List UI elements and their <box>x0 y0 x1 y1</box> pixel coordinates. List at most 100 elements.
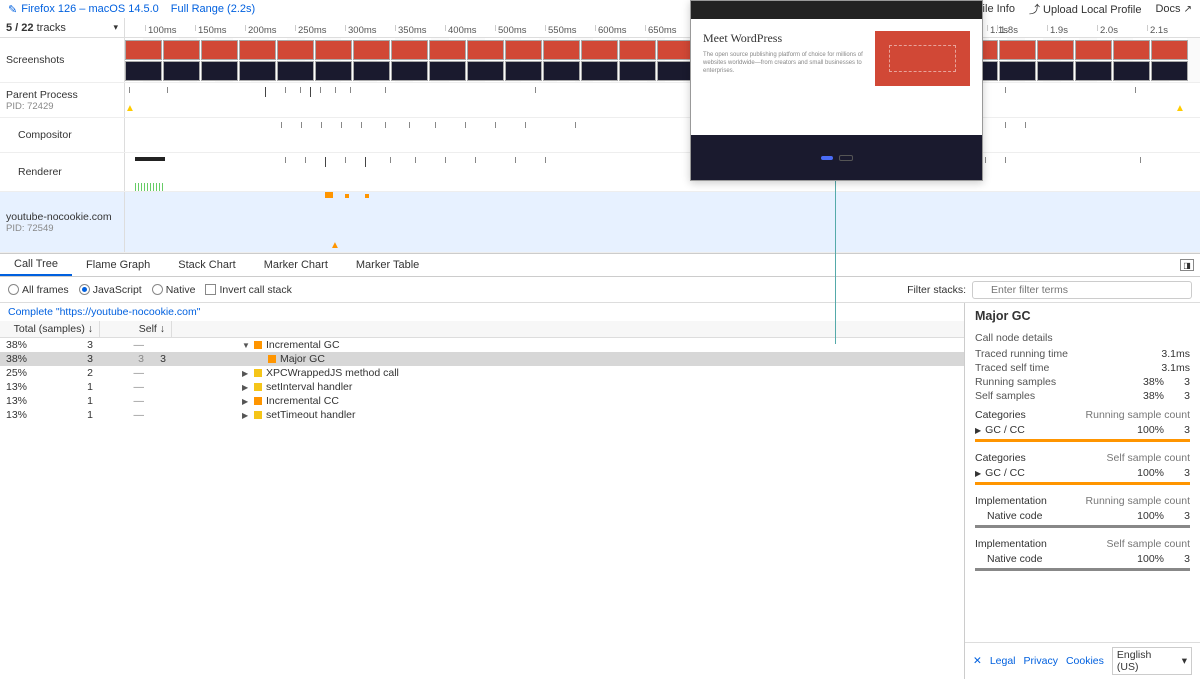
legal-link[interactable]: Legal <box>990 655 1016 667</box>
tree-row[interactable]: 13%1—▶Incremental CC <box>0 394 964 408</box>
close-icon[interactable]: ✕ <box>973 655 982 667</box>
screenshots-track[interactable] <box>125 38 1200 82</box>
screenshots-label[interactable]: Screenshots <box>0 38 125 82</box>
tick: 200ms <box>245 25 277 31</box>
tick: 100ms <box>145 25 177 31</box>
native-code-label: Native code <box>987 510 1042 522</box>
category-gc-cc[interactable]: ▶GC / CC100%3 <box>965 423 1200 437</box>
implementation-label: Implementation <box>975 495 1047 507</box>
youtube-label[interactable]: youtube-nocookie.com PID: 72549 <box>0 192 125 252</box>
tree-row[interactable]: 38%3—▼Incremental GC <box>0 338 964 352</box>
expand-icon: ▶ <box>975 469 981 478</box>
screenshot-thumb[interactable] <box>429 40 466 82</box>
tick: 350ms <box>395 25 427 31</box>
self-count-label2: Self sample count <box>1107 538 1190 550</box>
docs-link[interactable]: Docs ↗ <box>1155 3 1192 15</box>
chk-label: Invert call stack <box>219 284 291 296</box>
parent-process-label[interactable]: Parent Process PID: 72429 <box>0 83 125 117</box>
parent-text: Parent Process <box>6 89 118 101</box>
tick: 1.8s <box>997 25 1018 31</box>
screenshot-thumb[interactable] <box>505 40 542 82</box>
filter-stacks-label: Filter stacks: <box>907 284 966 296</box>
screenshot-thumb[interactable] <box>391 40 428 82</box>
screenshot-thumb[interactable] <box>1037 40 1074 82</box>
screenshot-thumb[interactable] <box>1075 40 1112 82</box>
compositor-label[interactable]: Compositor <box>0 118 125 152</box>
compositor-track[interactable] <box>125 118 1200 152</box>
tree-row[interactable]: 13%1—▶setInterval handler <box>0 380 964 394</box>
running-count-label2: Running sample count <box>1086 495 1190 507</box>
tab-call-tree[interactable]: Call Tree <box>0 254 72 276</box>
pct: 38% <box>0 339 50 351</box>
screenshot-thumb[interactable] <box>467 40 504 82</box>
screenshot-thumb[interactable] <box>277 40 314 82</box>
screenshot-thumb[interactable] <box>619 40 656 82</box>
screenshot-thumb[interactable] <box>581 40 618 82</box>
screenshot-thumb[interactable] <box>657 40 694 82</box>
cnt: 2 <box>50 367 100 379</box>
running-samples-pct: 38% <box>1143 376 1164 388</box>
renderer-label[interactable]: Renderer <box>0 153 125 191</box>
screenshot-thumb[interactable] <box>163 40 200 82</box>
full-range-link[interactable]: Full Range (2.2s) <box>171 3 255 15</box>
sidebar-toggle-icon[interactable]: ◨ <box>1180 259 1194 271</box>
col-self[interactable]: Self ↓ <box>100 321 172 337</box>
category-gc-cc-self[interactable]: ▶GC / CC100%3 <box>965 466 1200 480</box>
screenshot-thumb[interactable] <box>543 40 580 82</box>
col-function[interactable] <box>172 321 964 337</box>
col-total[interactable]: Total (samples) ↓ <box>0 321 100 337</box>
tab-marker-table[interactable]: Marker Table <box>342 254 433 276</box>
cookies-link[interactable]: Cookies <box>1066 655 1104 667</box>
radio-javascript[interactable]: JavaScript <box>79 284 142 296</box>
expand-icon[interactable]: ▶ <box>242 369 250 378</box>
tree-row[interactable]: 25%2—▶XPCWrappedJS method call <box>0 366 964 380</box>
screenshot-thumb[interactable] <box>239 40 276 82</box>
screenshot-thumb[interactable] <box>1151 40 1188 82</box>
native-code-label2: Native code <box>987 553 1042 565</box>
profile-name[interactable]: Firefox 126 – macOS 14.5.0 <box>21 3 159 15</box>
tick: 550ms <box>545 25 577 31</box>
renderer-track[interactable] <box>125 153 1200 191</box>
screenshot-thumb[interactable] <box>1113 40 1150 82</box>
screenshot-thumb[interactable] <box>315 40 352 82</box>
gc-cc-label: GC / CC <box>985 424 1025 436</box>
cnt: 1 <box>50 395 100 407</box>
tree-row[interactable]: 13%1—▶setTimeout handler <box>0 408 964 422</box>
language-select[interactable]: English (US)▾ <box>1112 647 1192 675</box>
running-samples-cnt: 3 <box>1170 376 1190 388</box>
upload-button[interactable]: ⤴ Upload Local Profile <box>1029 1 1142 17</box>
expand-icon[interactable]: ▶ <box>242 397 250 406</box>
expand-icon[interactable]: ▼ <box>242 341 250 350</box>
fn-name: Incremental GC <box>266 339 340 351</box>
gc-cc-label2: GC / CC <box>985 467 1025 479</box>
tab-flame-graph[interactable]: Flame Graph <box>72 254 164 276</box>
tab-stack-chart[interactable]: Stack Chart <box>164 254 249 276</box>
screenshot-thumb[interactable] <box>125 40 162 82</box>
screenshot-thumb[interactable] <box>999 40 1036 82</box>
self: — <box>100 409 150 421</box>
expand-icon[interactable]: ▶ <box>242 411 250 420</box>
radio-native[interactable]: Native <box>152 284 196 296</box>
filter-input[interactable] <box>972 281 1192 299</box>
youtube-track[interactable]: ▲ <box>125 192 1200 252</box>
screenshot-thumb[interactable] <box>201 40 238 82</box>
preview-title: Meet WordPress <box>703 31 867 46</box>
edit-icon[interactable]: ✎ <box>8 3 17 16</box>
parent-track[interactable]: ▲ ▲ <box>125 83 1200 117</box>
tracks-selector[interactable]: 5 / 22 tracks ▾ <box>0 18 125 37</box>
invert-checkbox[interactable]: Invert call stack <box>205 284 291 296</box>
profile-info-link[interactable]: file Info <box>980 3 1015 15</box>
tick: 300ms <box>345 25 377 31</box>
screenshot-thumb[interactable] <box>353 40 390 82</box>
expand-icon[interactable]: ▶ <box>242 383 250 392</box>
gc-pct: 100% <box>1137 424 1164 436</box>
impl-bar <box>975 568 1190 571</box>
privacy-link[interactable]: Privacy <box>1024 655 1058 667</box>
tab-marker-chart[interactable]: Marker Chart <box>250 254 342 276</box>
radio-label: All frames <box>22 284 69 296</box>
category-icon <box>254 369 262 377</box>
tree-row[interactable]: 38%333Major GC <box>0 352 964 366</box>
transform-breadcrumb[interactable]: Complete "https://youtube-nocookie.com" <box>0 303 964 321</box>
radio-all-frames[interactable]: All frames <box>8 284 69 296</box>
time-ruler[interactable]: 100ms 150ms 200ms 250ms 300ms 350ms 400m… <box>125 18 1200 37</box>
